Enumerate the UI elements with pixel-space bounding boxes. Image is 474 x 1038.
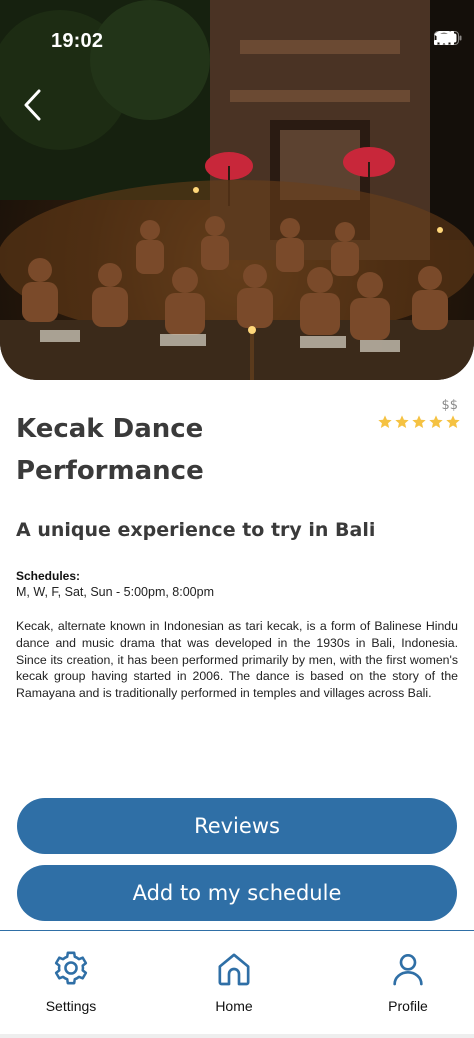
battery-icon: [434, 31, 462, 45]
gear-icon: [54, 951, 88, 985]
chevron-left-icon: [24, 89, 41, 121]
star-icon: [429, 415, 443, 428]
nav-item-settings[interactable]: Settings: [11, 931, 131, 1031]
star-icon: [378, 415, 392, 428]
hero-image: 19:02: [0, 0, 474, 380]
nav-label-home: Home: [215, 998, 253, 1014]
star-icon: [395, 415, 409, 428]
home-indicator-strip: [0, 1034, 474, 1038]
status-time: 19:02: [51, 30, 104, 52]
event-title: Kecak Dance Performance: [16, 414, 204, 486]
reviews-button-label: Reviews: [194, 814, 280, 838]
nav-label-settings: Settings: [45, 998, 97, 1014]
nav-label-profile: Profile: [388, 998, 428, 1014]
add-to-schedule-button-label: Add to my schedule: [132, 881, 342, 905]
schedules-value: M, W, F, Sat, Sun - 5:00pm, 8:00pm: [16, 585, 214, 599]
user-icon: [393, 954, 423, 986]
reviews-button[interactable]: Reviews: [17, 798, 457, 854]
back-button[interactable]: [22, 88, 56, 128]
event-description: Kecak, alternate known in Indonesian as …: [16, 619, 458, 701]
nav-item-home[interactable]: Home: [174, 931, 294, 1031]
add-to-schedule-button[interactable]: Add to my schedule: [17, 865, 457, 921]
nav-item-profile[interactable]: Profile: [348, 931, 468, 1031]
star-icon: [446, 415, 460, 428]
home-icon: [218, 953, 250, 986]
price-level: $$: [441, 398, 458, 413]
event-subtitle: A unique experience to try in Bali: [16, 519, 376, 541]
rating-stars: [377, 414, 461, 430]
schedules-label: Schedules:: [16, 569, 81, 583]
star-icon: [412, 415, 426, 428]
bottom-nav: Settings Home Profile: [0, 930, 474, 1038]
status-bar: 19:02: [0, 0, 474, 80]
